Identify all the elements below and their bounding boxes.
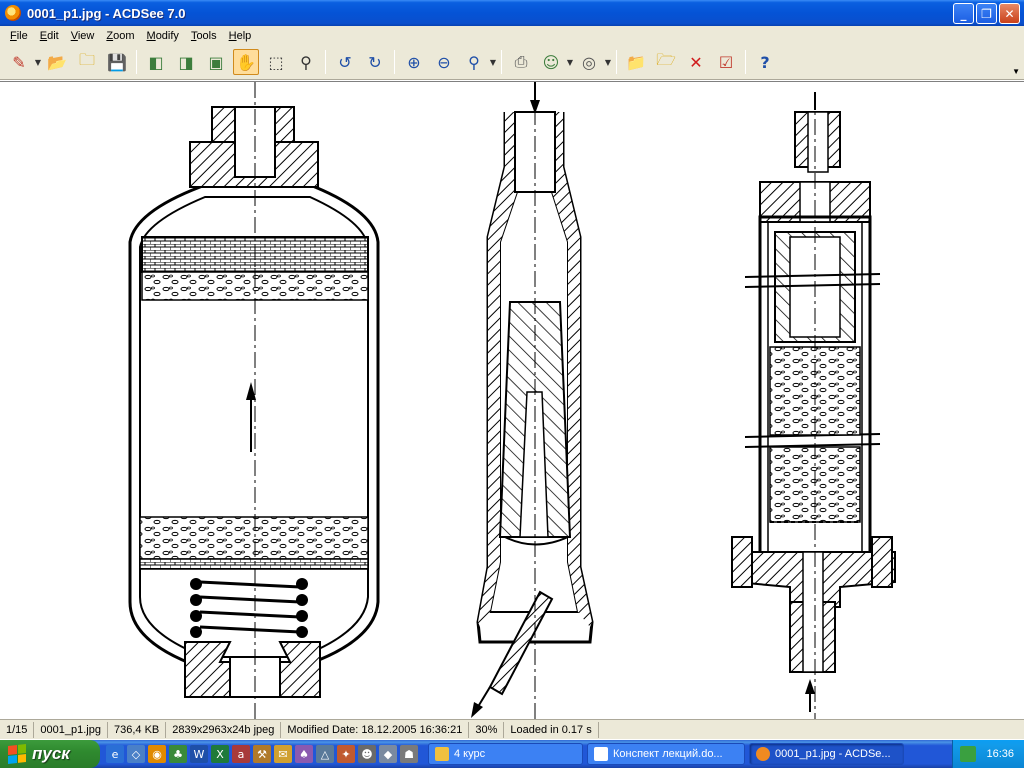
toolbar-separator [501, 50, 502, 74]
wallpaper-dropdown-icon[interactable]: ▼ [566, 49, 574, 75]
access-quick-icon[interactable]: a [232, 745, 250, 763]
menu-edit[interactable]: Edit [34, 30, 65, 42]
image-viewer[interactable] [0, 81, 1024, 719]
status-index: 1/15 [0, 721, 35, 738]
status-filesize: 736,4 KB [108, 721, 167, 738]
technical-drawing [128, 82, 896, 719]
zoom-dropdown-icon[interactable]: ▼ [489, 49, 497, 75]
hand-tool-icon[interactable]: ✋ [233, 49, 259, 75]
wallpaper-icon[interactable]: ☺ [538, 49, 564, 75]
next-image-icon[interactable]: ◨ [173, 49, 199, 75]
drive-quick-icon[interactable]: △ [316, 745, 334, 763]
start-button[interactable]: пуск [0, 740, 100, 768]
help-icon[interactable]: ? [752, 49, 778, 75]
status-dimensions: 2839x2963x24b jpeg [166, 721, 282, 738]
move-to-icon[interactable]: 🗁 [653, 49, 679, 75]
task-folder[interactable]: 4 курс [428, 743, 583, 765]
acdsee-app-icon[interactable] [5, 5, 21, 21]
close-button[interactable]: ✕ [999, 3, 1020, 24]
right-cartridge-drawing [731, 92, 896, 719]
print-icon[interactable]: ⎙ [508, 49, 534, 75]
title-bar: 0001_p1.jpg - ACDSee 7.0 _ ❐ ✕ [0, 0, 1024, 26]
status-load-time: Loaded in 0.17 s [504, 721, 599, 738]
toolbar-separator [745, 50, 746, 74]
outlook-quick-icon[interactable]: ✉ [274, 745, 292, 763]
maximize-button[interactable]: ❐ [976, 3, 997, 24]
user-quick-icon[interactable]: ☻ [358, 745, 376, 763]
desktop-icon[interactable]: ◇ [127, 745, 145, 763]
word-quick-icon[interactable]: W [190, 745, 208, 763]
app-quick-icon[interactable]: ♠ [295, 745, 313, 763]
toolbar-separator [325, 50, 326, 74]
menu-modify[interactable]: Modify [141, 30, 185, 42]
toolbar-separator [394, 50, 395, 74]
menu-tools[interactable]: Tools [185, 30, 223, 42]
left-filter-drawing [128, 82, 380, 719]
acquire-dropdown-icon[interactable]: ▼ [34, 49, 42, 75]
window-controls: _ ❐ ✕ [953, 3, 1020, 24]
disk-quick-icon[interactable]: ◆ [379, 745, 397, 763]
paint-quick-icon[interactable]: ✦ [337, 745, 355, 763]
task-word-label: Конспект лекций.do... [613, 748, 723, 760]
acquire-icon[interactable]: ✎ [6, 49, 32, 75]
acdsee-icon [756, 747, 770, 761]
status-zoom: 30% [469, 721, 505, 738]
slideshow-icon[interactable]: ◎ [576, 49, 602, 75]
media-icon[interactable]: ◉ [148, 745, 166, 763]
task-folder-label: 4 курс [454, 748, 486, 760]
taskbar: пуск e ◇ ◉ ♣ W X a ⚒ ✉ ♠ △ ✦ ☻ ◆ ☗ 4 кур… [0, 740, 1024, 768]
task-acdsee[interactable]: 0001_p1.jpg - ACDSe... [749, 743, 904, 765]
toolbar-separator [136, 50, 137, 74]
slideshow-dropdown-icon[interactable]: ▼ [604, 49, 612, 75]
tray-app-icon[interactable] [960, 746, 977, 762]
middle-tube-drawing [471, 82, 594, 719]
menu-file[interactable]: File [4, 30, 34, 42]
delete-icon[interactable]: ✕ [683, 49, 709, 75]
tool-quick-icon[interactable]: ⚒ [253, 745, 271, 763]
folder-icon [435, 747, 449, 761]
zoom-tool-icon[interactable]: ⚲ [293, 49, 319, 75]
task-acdsee-label: 0001_p1.jpg - ACDSe... [775, 748, 891, 760]
quick-launch: e ◇ ◉ ♣ W X a ⚒ ✉ ♠ △ ✦ ☻ ◆ ☗ [106, 745, 418, 763]
rotate-right-icon[interactable]: ↻ [362, 49, 388, 75]
toolbar: ✎ ▼ 📂 🗀 💾 ◧ ◨ ▣ ✋ ⬚ ⚲ ↺ ↻ ⊕ ⊖ ⚲ ▼ ⎙ ☺ ▼ … [0, 45, 1024, 80]
browse-icon[interactable]: 🗀 [74, 49, 100, 75]
image-swap-icon[interactable]: ▣ [203, 49, 229, 75]
zoom-fit-icon[interactable]: ⚲ [461, 49, 487, 75]
select-tool-icon[interactable]: ⬚ [263, 49, 289, 75]
task-word-document[interactable]: Конспект лекций.do... [587, 743, 745, 765]
toolbar-separator [616, 50, 617, 74]
clock[interactable]: 16:36 [986, 748, 1014, 760]
word-icon [594, 747, 608, 761]
status-filename: 0001_p1.jpg [34, 721, 108, 738]
minimize-button[interactable]: _ [953, 3, 974, 24]
menu-help[interactable]: Help [223, 30, 258, 42]
ie-icon[interactable]: e [106, 745, 124, 763]
window-title: 0001_p1.jpg - ACDSee 7.0 [27, 5, 186, 21]
excel-quick-icon[interactable]: X [211, 745, 229, 763]
zoom-out-icon[interactable]: ⊖ [431, 49, 457, 75]
system-tray: 16:36 [952, 740, 1024, 768]
toolbar-chevron-icon[interactable]: ▼ [1012, 67, 1020, 76]
start-label: пуск [32, 744, 70, 763]
menu-bar: File Edit View Zoom Modify Tools Help [0, 26, 1024, 45]
status-bar: 1/15 0001_p1.jpg 736,4 KB 2839x2963x24b … [0, 719, 1024, 739]
rotate-left-icon[interactable]: ↺ [332, 49, 358, 75]
menu-view[interactable]: View [65, 30, 101, 42]
network-icon[interactable]: ♣ [169, 745, 187, 763]
status-modified-date: Modified Date: 18.12.2005 16:36:21 [281, 721, 470, 738]
menu-zoom[interactable]: Zoom [100, 30, 140, 42]
printer-quick-icon[interactable]: ☗ [400, 745, 418, 763]
properties-icon[interactable]: ☑ [713, 49, 739, 75]
previous-image-icon[interactable]: ◧ [143, 49, 169, 75]
windows-logo-icon [8, 744, 26, 764]
save-icon[interactable]: 💾 [104, 49, 130, 75]
open-folder-icon[interactable]: 📂 [44, 49, 70, 75]
copy-to-icon[interactable]: 📁 [623, 49, 649, 75]
zoom-in-icon[interactable]: ⊕ [401, 49, 427, 75]
